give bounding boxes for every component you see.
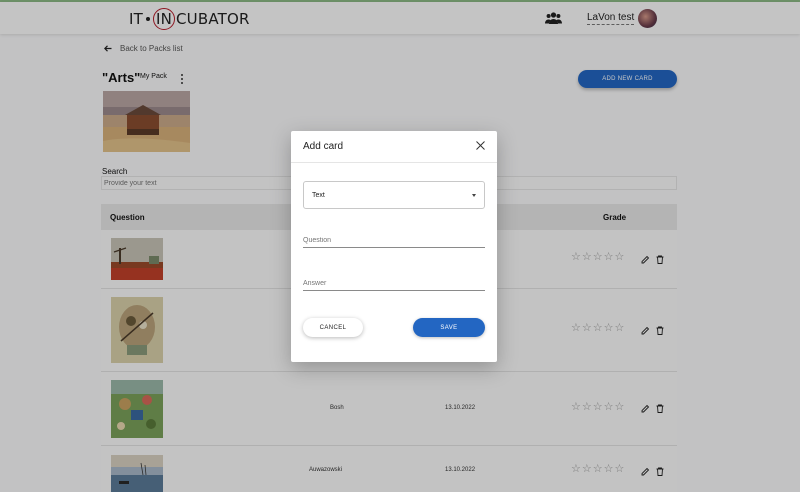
save-button[interactable]: SAVE [413,318,485,337]
modal-divider [291,162,497,163]
select-value: Text [312,192,325,199]
cancel-button[interactable]: CANCEL [303,318,363,337]
answer-field[interactable] [303,277,485,291]
add-card-modal: Add card Text CANCEL SAVE [291,131,497,362]
close-icon[interactable] [476,141,485,150]
modal-title: Add card [303,141,344,152]
question-field[interactable] [303,234,485,248]
caret-down-icon [472,194,476,197]
question-type-select[interactable]: Text [303,181,485,209]
